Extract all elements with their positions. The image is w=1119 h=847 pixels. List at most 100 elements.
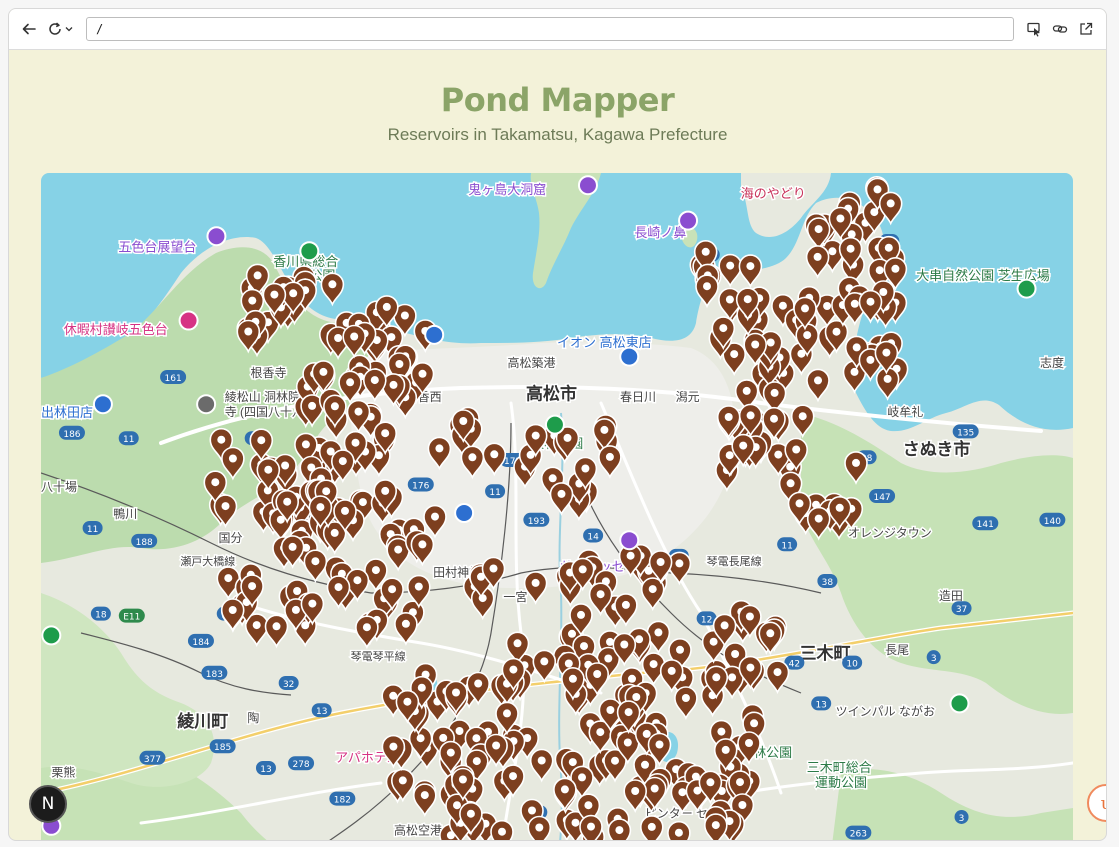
reload-icon[interactable] xyxy=(45,18,65,40)
road-number-badge: 263 xyxy=(845,825,872,840)
browser-window: / Pond Mapper Reservoirs in Takamatsu, K… xyxy=(8,8,1107,841)
road-number-badge: 11 xyxy=(82,520,103,535)
page-title: Pond Mapper xyxy=(440,81,675,119)
road-number-text: 140 xyxy=(1044,517,1061,527)
url-input[interactable]: / xyxy=(86,17,1014,41)
road-number-badge: 188 xyxy=(131,533,158,548)
road-number-badge: 176 xyxy=(407,477,434,492)
road-number-badge: 37 xyxy=(951,601,972,616)
road-number-text: 37 xyxy=(956,605,967,615)
map-label-miki-sports2: 運動公園 xyxy=(815,775,867,790)
map-label-kyukamura: 休暇村讃岐五色台 xyxy=(64,322,168,337)
poi-hotel-icon[interactable] xyxy=(178,310,199,331)
road-number-text: 183 xyxy=(206,670,223,680)
road-number-text: 3 xyxy=(931,654,937,664)
reservoir-marker-icon[interactable] xyxy=(667,820,691,841)
poi-temple-icon[interactable] xyxy=(196,394,217,415)
open-external-icon[interactable] xyxy=(1076,18,1096,40)
map-label-ayagawa: 綾川町 xyxy=(177,711,228,731)
poi-park-icon[interactable] xyxy=(41,625,62,646)
road-number-text: 3 xyxy=(959,814,965,824)
poi-shop-icon[interactable] xyxy=(454,503,475,523)
road-number-text: 10 xyxy=(846,660,858,670)
poi-observatory-icon[interactable] xyxy=(206,226,227,247)
map-label-seto-ohashi: 瀬戸大橋線 xyxy=(180,554,235,568)
road-number-text: 184 xyxy=(192,638,209,648)
reservoir-marker-icon[interactable] xyxy=(607,818,632,841)
road-number-text: 185 xyxy=(214,743,231,753)
poi-shop-icon[interactable] xyxy=(424,324,445,345)
poi-park-icon[interactable] xyxy=(949,693,970,714)
road-number-badge: 3 xyxy=(954,809,969,824)
road-number-badge: 147 xyxy=(869,489,896,503)
road-number-text: 11 xyxy=(123,435,134,445)
page-subtitle: Reservoirs in Takamatsu, Kagawa Prefectu… xyxy=(387,125,728,144)
road-number-badge: E11 xyxy=(118,608,145,623)
map-label-shiudo-reisha: 岐牟礼 xyxy=(887,404,923,419)
map-label-kamogawa: 鴨川 xyxy=(113,507,137,521)
road-number-badge: 161 xyxy=(160,370,187,384)
road-number-badge: 11 xyxy=(485,484,506,499)
map-label-shikoku88: 寺 (四国八十八 xyxy=(225,405,304,419)
reservoir-marker-icon[interactable] xyxy=(527,815,552,842)
map-canvas[interactable]: 鬼ヶ島大洞窟 海のやどり長崎ノ鼻五色台展望台香川県総合公園 大串自然公園 芝生広場休… xyxy=(41,173,1073,841)
road-number-text: 14 xyxy=(587,532,599,542)
road-number-text: 13 xyxy=(260,765,271,775)
road-number-text: 188 xyxy=(136,538,153,548)
map-label-negoroji: 根香寺 xyxy=(250,366,286,380)
map-label-kata: 潟元 xyxy=(676,390,700,404)
map-label-nagasakinohana: 長崎ノ鼻 xyxy=(634,225,686,240)
map-label-sanuki-city: さぬき市 xyxy=(903,439,971,459)
map-label-aeon: イオン 高松東店 xyxy=(557,335,652,350)
map-label-goshikidai: 五色台展望台 xyxy=(118,239,196,254)
road-number-text: E11 xyxy=(123,613,140,623)
road-number-badge: 185 xyxy=(209,739,236,754)
map-label-kasugagawa: 春日川 xyxy=(620,390,656,404)
poi-viewpoint-icon[interactable] xyxy=(678,210,699,231)
link-icon[interactable] xyxy=(1050,18,1070,40)
road-number-badge: 278 xyxy=(288,756,315,771)
road-number-badge: 193 xyxy=(523,512,550,527)
road-number-badge: 377 xyxy=(139,750,166,765)
browser-toolbar: / xyxy=(9,9,1106,50)
map-label-sue: 陶 xyxy=(247,710,259,725)
map-label-kotoden: 琴電長尾線 xyxy=(707,554,762,568)
road-number-text: 38 xyxy=(822,578,834,588)
road-number-badge: 140 xyxy=(1039,512,1066,527)
road-number-badge: 135 xyxy=(952,424,979,439)
road-number-text: 161 xyxy=(165,374,182,384)
poi-park-icon[interactable] xyxy=(299,241,320,262)
reservoir-marker-icon[interactable] xyxy=(490,819,514,841)
reservoir-marker-icon[interactable] xyxy=(639,815,664,841)
chevron-down-icon[interactable] xyxy=(63,18,75,40)
poi-park-icon[interactable] xyxy=(1016,278,1037,299)
map-label-takamatsu-chikko: 高松築港 xyxy=(507,355,555,370)
map-label-kuriguma: 栗熊 xyxy=(51,765,75,780)
select-element-icon[interactable] xyxy=(1024,18,1044,40)
poi-hall-icon[interactable] xyxy=(619,530,640,551)
back-arrow-icon[interactable] xyxy=(19,18,39,40)
map-label-matsuda: 出林田店 xyxy=(41,405,93,420)
road-number-badge: 183 xyxy=(201,665,228,680)
road-number-text: 11 xyxy=(87,525,98,535)
road-number-text: 11 xyxy=(489,488,500,498)
poi-shop-icon[interactable] xyxy=(92,394,113,415)
road-number-text: 12 xyxy=(701,615,712,625)
road-number-text: 147 xyxy=(873,493,890,503)
poi-park-icon[interactable] xyxy=(544,414,565,435)
road-number-text: 18 xyxy=(95,611,107,621)
map-label-zota: 造田 xyxy=(939,589,963,603)
map-label-shido: 志度 xyxy=(1040,355,1064,370)
map-label-kotohira-line: 琴電琴平線 xyxy=(351,649,406,663)
road-number-text: 13 xyxy=(316,707,327,717)
poi-cave-icon[interactable] xyxy=(577,175,598,196)
road-number-badge: 182 xyxy=(329,791,356,806)
road-number-text: 32 xyxy=(283,680,294,690)
road-number-text: 278 xyxy=(292,760,309,770)
assistant-launcher-icon[interactable]: ʋ xyxy=(1087,784,1106,822)
road-number-text: 186 xyxy=(63,430,80,440)
next-js-badge[interactable]: N xyxy=(29,785,67,823)
poi-shop-icon[interactable] xyxy=(619,346,640,367)
reservoir-map[interactable]: 鬼ヶ島大洞窟 海のやどり 長崎ノ鼻 五色台展望台 香川県総合 公園 大串自然公園 芝生広場休… xyxy=(41,173,1073,841)
road-number-badge: 38 xyxy=(817,574,838,588)
